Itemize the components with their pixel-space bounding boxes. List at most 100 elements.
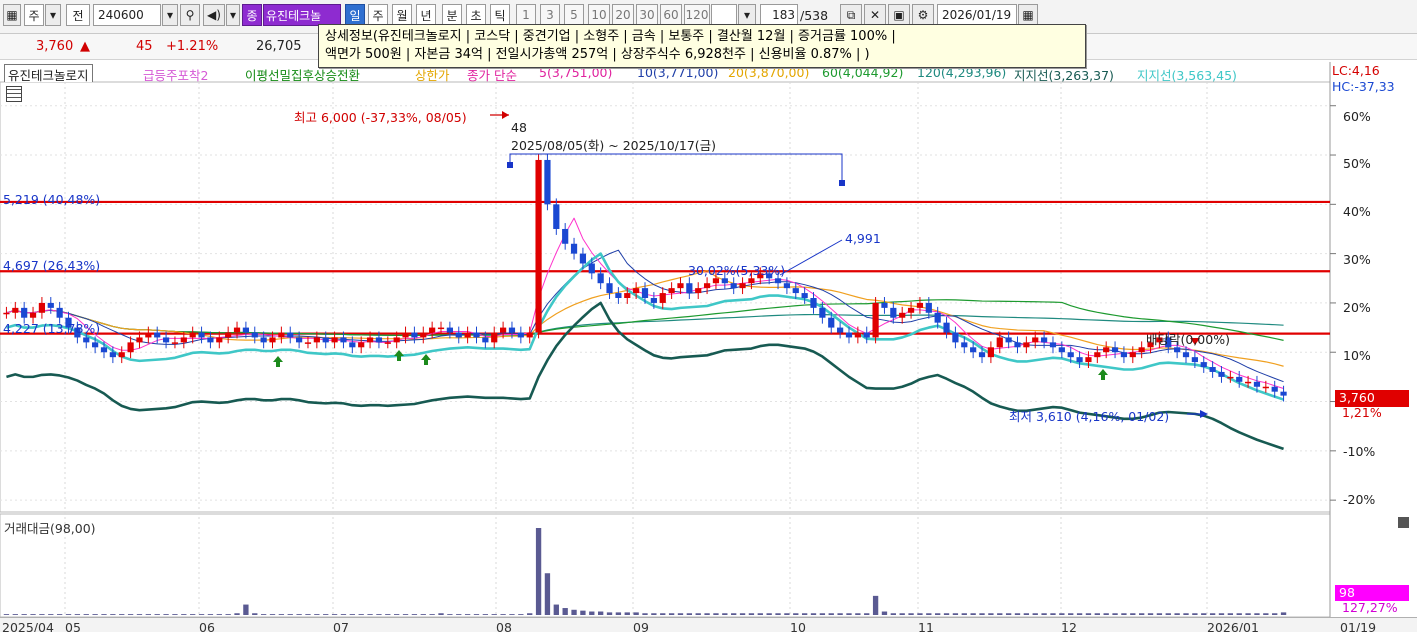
candle-body	[881, 302, 888, 308]
volume-bar	[952, 613, 959, 615]
volume-bar	[181, 614, 187, 615]
candle-body	[925, 302, 932, 313]
volume-bar	[846, 613, 852, 615]
candle-body	[1103, 347, 1110, 353]
candle-body	[1236, 376, 1243, 382]
candle-body	[198, 332, 205, 338]
volume-bar	[456, 614, 462, 615]
volume-bar	[56, 614, 63, 615]
volume-bar	[553, 604, 559, 615]
candle-body	[366, 337, 374, 343]
xtick: 05	[65, 620, 81, 632]
volume-bar	[1068, 613, 1074, 615]
candle-body	[145, 332, 152, 338]
volume-bar	[429, 614, 435, 615]
candle-body	[473, 332, 480, 338]
volume-bar	[642, 613, 648, 615]
candle-body	[570, 243, 578, 254]
candle-body	[606, 283, 613, 294]
ytick-30: 30%	[1343, 252, 1371, 267]
volume-bar	[1165, 613, 1171, 615]
candle-body	[535, 159, 542, 333]
volume-value-tag: 98	[1335, 585, 1409, 601]
volume-bar	[1174, 613, 1180, 615]
price-chart[interactable]	[0, 0, 1417, 632]
volume-bar	[660, 613, 666, 615]
candle-body	[225, 332, 232, 338]
volume-bar	[917, 613, 923, 615]
candle-body	[1253, 381, 1261, 387]
candle-body	[287, 332, 294, 338]
candle-body	[961, 342, 968, 348]
volume-bar	[1218, 613, 1225, 615]
candle-body	[739, 283, 746, 289]
calculator-icon[interactable]	[6, 86, 22, 102]
candle-body	[1218, 371, 1225, 377]
candle-body	[189, 332, 196, 338]
volume-bar	[447, 614, 453, 615]
candle-body	[562, 228, 569, 244]
volume-bar	[1041, 613, 1047, 615]
candle-body	[162, 337, 170, 343]
legend-support2[interactable]: 지지선(3,563,45)	[1137, 65, 1237, 82]
candle-body	[996, 337, 1003, 348]
volume-bar	[39, 614, 45, 615]
volume-bar	[819, 613, 826, 615]
candle-body	[1120, 352, 1128, 358]
candle-body	[544, 159, 551, 205]
candle-body	[1209, 367, 1216, 372]
volume-bar	[1227, 613, 1234, 615]
candle-body	[633, 288, 640, 294]
volume-bar	[323, 614, 329, 615]
xtick: 06	[199, 620, 215, 632]
candle-body	[109, 352, 116, 358]
volume-bar	[766, 613, 772, 615]
candle-body	[233, 327, 241, 333]
legend-ind1[interactable]: 급등주포착2	[143, 65, 208, 82]
tooltip-line-1: 상세정보(유진테크놀로지 | 코스닥 | 중견기업 | 소형주 | 금속 | 보…	[325, 29, 896, 44]
volume-bar	[1192, 613, 1198, 615]
xtick: 10	[790, 620, 806, 632]
volume-bar	[1112, 613, 1118, 615]
volume-bar	[890, 613, 896, 615]
candle-body	[1023, 342, 1030, 348]
candle-body	[863, 332, 870, 338]
candle-body	[29, 312, 37, 318]
volume-bar	[411, 614, 418, 615]
volume-bar	[518, 614, 524, 615]
candle-body	[1005, 337, 1012, 343]
volume-bar	[571, 609, 577, 615]
volume-bar	[243, 604, 249, 615]
volume-bar	[1032, 613, 1038, 615]
volume-bar	[252, 613, 258, 615]
volume-bar	[961, 613, 967, 615]
close-icon[interactable]	[1398, 517, 1409, 528]
candle-body	[100, 347, 108, 353]
volume-bar	[83, 614, 89, 615]
volume-bar	[216, 614, 222, 615]
range-start-marker	[507, 162, 513, 168]
candle-body	[499, 327, 507, 333]
volume-bar	[935, 613, 941, 615]
candle-body	[1191, 357, 1198, 363]
volume-bar	[828, 613, 834, 615]
candle-body	[21, 307, 28, 318]
candle-body	[482, 337, 489, 343]
volume-bar	[527, 613, 533, 615]
volume-panel-label[interactable]: 거래대금(98,00)	[4, 518, 96, 537]
candle-body	[1040, 337, 1048, 343]
volume-bar	[615, 612, 622, 615]
volume-bar	[668, 613, 675, 615]
volume-bar	[624, 612, 630, 615]
candle-body	[730, 283, 737, 289]
candle-body	[92, 342, 99, 348]
volume-bar	[943, 613, 950, 615]
legend-stock-name[interactable]: 유진테크놀로지	[4, 64, 93, 82]
candle-body	[251, 332, 258, 338]
candle-body	[641, 288, 649, 298]
candle-body	[588, 263, 595, 274]
candle-body	[1200, 362, 1207, 368]
volume-bar	[349, 614, 355, 615]
volume-bar	[748, 613, 755, 615]
volume-bar	[704, 613, 710, 615]
